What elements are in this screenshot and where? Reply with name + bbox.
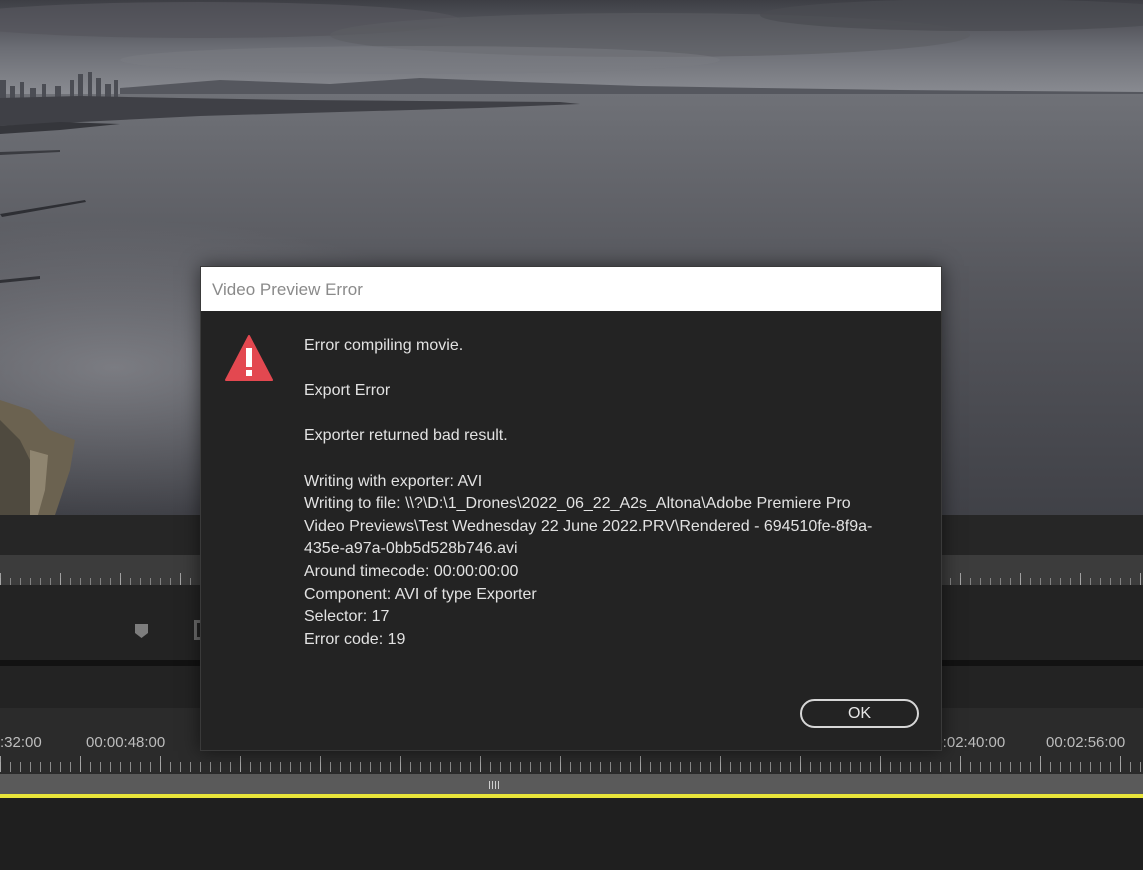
work-area-grip-icon[interactable] [489,781,499,789]
file-path-line: 435e-a97a-0bb5d528b746.avi [304,540,518,558]
timecode-label: :32:00 [0,734,42,751]
dialog-title: Video Preview Error [212,280,363,299]
mark-in-icon[interactable] [192,620,200,640]
exporter-detail: Writing with exporter: AVI [304,472,483,490]
error-message-line: Export Error [304,382,391,400]
file-path-line: Writing to file: \\?\D:\1_Drones\2022_06… [304,495,851,513]
file-path-line: Video Previews\Test Wednesday 22 June 20… [304,517,873,535]
work-area-bar[interactable] [0,774,1143,794]
ok-button[interactable]: OK [800,699,919,728]
marker-icon[interactable] [135,624,148,638]
error-message-line: Exporter returned bad result. [304,427,508,445]
dialog-message: Error compiling movie. Export Error Expo… [304,335,914,651]
timecode-label: 00:02:56:00 [1046,734,1126,751]
selector-detail: Selector: 17 [304,608,390,626]
timecode-detail: Around timecode: 00:00:00:00 [304,562,519,580]
timeline-major-ticks [0,756,1143,772]
timeline-tracks[interactable] [0,798,1143,870]
dialog-titlebar[interactable]: Video Preview Error [201,267,941,311]
error-message-line: Error compiling movie. [304,337,464,354]
error-code-detail: Error code: 19 [304,630,406,648]
warning-triangle-icon [225,335,273,381]
video-preview-error-dialog: Video Preview Error Error compiling movi… [200,266,942,751]
premiere-window: :32:00 00:00:48:00 00:02:40:00 00:02:56:… [0,0,1143,870]
component-detail: Component: AVI of type Exporter [304,585,537,603]
timecode-label: 00:00:48:00 [86,734,166,751]
